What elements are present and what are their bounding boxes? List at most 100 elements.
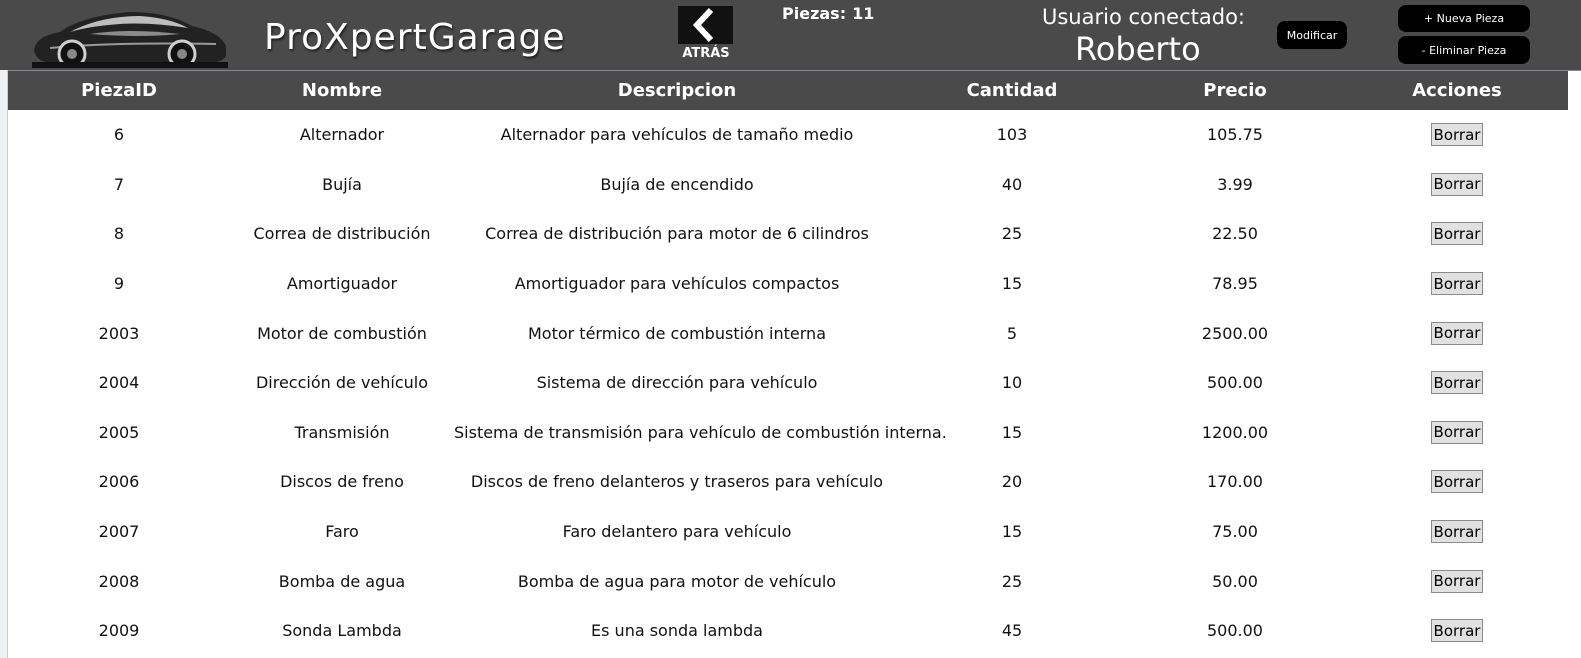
- table-row: 8 Correa de distribución Correa de distrib…: [8, 209, 1568, 259]
- cell-acciones: Borrar: [1346, 606, 1568, 656]
- cell-descripcion: Sistema de dirección para vehículo: [536, 373, 818, 393]
- cell-descripcion: Motor térmico de combustión interna: [527, 323, 826, 343]
- user-label: Usuario conectado:: [1042, 5, 1246, 29]
- delete-row-button[interactable]: Borrar: [1430, 222, 1484, 246]
- app-header: ProXpertGarage ATRÁS Piezas: 11 Usuario c…: [0, 0, 1581, 71]
- delete-row-button[interactable]: Borrar: [1430, 172, 1484, 196]
- table-row: 2004 Dirección de vehículo Sistema de dire…: [8, 358, 1568, 408]
- delete-row-button[interactable]: Borrar: [1430, 272, 1484, 296]
- delete-row-button[interactable]: Borrar: [1430, 619, 1484, 643]
- cell-cantidad: 20: [1001, 472, 1023, 492]
- cell-descripcion: Bomba de agua para motor de vehículo: [517, 571, 837, 591]
- cell-acciones: Borrar: [1346, 160, 1568, 210]
- cell-piezaid: 2008: [98, 571, 140, 591]
- cell-piezaid: 8: [113, 224, 125, 244]
- cell-acciones: Borrar: [1346, 556, 1568, 606]
- cell-piezaid: 6: [113, 125, 125, 145]
- cell-precio: 500.00: [1207, 621, 1263, 641]
- new-piece-button[interactable]: + Nueva Pieza: [1398, 5, 1530, 32]
- cell-acciones: Borrar: [1346, 308, 1568, 358]
- cell-nombre: Discos de freno: [280, 472, 404, 492]
- cell-precio: 3.99: [1217, 174, 1253, 194]
- cell-descripcion: Sistema de transmisión para vehículo de …: [454, 422, 947, 442]
- column-header-precio: Precio: [1203, 80, 1267, 101]
- cell-piezaid: 7: [113, 174, 125, 194]
- column-header-descripcion: Descripcion: [617, 80, 737, 101]
- chevron-left-icon: [678, 6, 733, 44]
- app-title: ProXpertGarage: [264, 17, 566, 58]
- cell-cantidad: 5: [1006, 323, 1018, 343]
- pieces-label: Piezas:: [782, 4, 847, 23]
- cell-piezaid: 9: [113, 274, 125, 294]
- cell-nombre: Faro: [325, 522, 359, 542]
- cell-precio: 78.95: [1212, 274, 1258, 294]
- cell-nombre: Transmisión: [294, 422, 390, 442]
- cell-nombre: Motor de combustión: [257, 323, 427, 343]
- cell-descripcion: Bujía de encendido: [600, 174, 754, 194]
- cell-acciones: Borrar: [1346, 457, 1568, 507]
- cell-acciones: Borrar: [1346, 259, 1568, 309]
- cell-cantidad: 25: [1001, 571, 1023, 591]
- cell-nombre: Correa de distribución: [253, 224, 431, 244]
- cell-precio: 22.50: [1212, 224, 1258, 244]
- delete-row-button[interactable]: Borrar: [1430, 321, 1484, 345]
- cell-precio: 500.00: [1207, 373, 1263, 393]
- table-row: 7 Bujía Bujía de encendido 40 3.99 Borrar: [8, 160, 1568, 210]
- delete-row-button[interactable]: Borrar: [1430, 520, 1484, 544]
- delete-piece-button[interactable]: - Eliminar Pieza: [1398, 36, 1530, 64]
- cell-nombre: Bomba de agua: [278, 571, 406, 591]
- back-button[interactable]: ATRÁS: [678, 6, 734, 64]
- table-row: 2008 Bomba de agua Bomba de agua para moto…: [8, 556, 1568, 606]
- cell-acciones: Borrar: [1346, 507, 1568, 557]
- cell-cantidad: 25: [1001, 224, 1023, 244]
- delete-row-button[interactable]: Borrar: [1430, 123, 1484, 147]
- cell-piezaid: 2003: [98, 323, 140, 343]
- column-header-acciones: Acciones: [1412, 80, 1502, 101]
- cell-cantidad: 40: [1001, 174, 1023, 194]
- table-row: 9 Amortiguador Amortiguador para vehículos…: [8, 259, 1568, 309]
- pieces-table: PiezaID Nombre Descripcion Cantidad Prec…: [8, 71, 1568, 656]
- table-row: 2007 Faro Faro delantero para vehículo 15 75…: [8, 507, 1568, 557]
- delete-row-button[interactable]: Borrar: [1430, 569, 1484, 593]
- column-header-piezaid: PiezaID: [81, 80, 157, 101]
- table-row: 2006 Discos de freno Discos de freno delan…: [8, 457, 1568, 507]
- table-row: 6 Alternador Alternador para vehículos de …: [8, 110, 1568, 160]
- table-body: 6 Alternador Alternador para vehículos de …: [8, 110, 1568, 656]
- cell-nombre: Alternador: [299, 125, 385, 145]
- cell-nombre: Amortiguador: [286, 274, 398, 294]
- cell-acciones: Borrar: [1346, 408, 1568, 458]
- cell-descripcion: Correa de distribución para motor de 6 c…: [485, 224, 869, 244]
- car-logo-icon: [32, 12, 228, 68]
- cell-cantidad: 15: [1001, 522, 1023, 542]
- cell-descripcion: Faro delantero para vehículo: [562, 522, 792, 542]
- cell-precio: 105.75: [1207, 125, 1263, 145]
- column-header-nombre: Nombre: [301, 80, 383, 101]
- delete-row-button[interactable]: Borrar: [1430, 371, 1484, 395]
- cell-precio: 1200.00: [1201, 422, 1269, 442]
- delete-row-button[interactable]: Borrar: [1430, 470, 1484, 494]
- cell-piezaid: 2007: [98, 522, 140, 542]
- pieces-count: 11: [852, 4, 875, 23]
- table-row: 2009 Sonda Lambda Es una sonda lambda 45 500…: [8, 606, 1568, 656]
- delete-row-button[interactable]: Borrar: [1430, 420, 1484, 444]
- cell-cantidad: 10: [1001, 373, 1023, 393]
- table-header: PiezaID Nombre Descripcion Cantidad Prec…: [8, 71, 1568, 110]
- cell-piezaid: 2009: [98, 621, 140, 641]
- cell-precio: 2500.00: [1201, 323, 1269, 343]
- table-row: 2005 Transmisión Sistema de transmisión pa…: [8, 408, 1568, 458]
- cell-cantidad: 15: [1001, 274, 1023, 294]
- cell-descripcion: Discos de freno delanteros y traseros pa…: [470, 472, 884, 492]
- cell-cantidad: 45: [1001, 621, 1023, 641]
- cell-acciones: Borrar: [1346, 209, 1568, 259]
- modify-button[interactable]: Modificar: [1277, 21, 1347, 49]
- cell-precio: 75.00: [1212, 522, 1258, 542]
- cell-acciones: Borrar: [1346, 358, 1568, 408]
- cell-descripcion: Amortiguador para vehículos compactos: [514, 274, 840, 294]
- back-label: ATRÁS: [682, 46, 730, 61]
- cell-descripcion: Alternador para vehículos de tamaño medi…: [500, 125, 854, 145]
- cell-descripcion: Es una sonda lambda: [591, 621, 763, 641]
- cell-precio: 50.00: [1212, 571, 1258, 591]
- cell-piezaid: 2004: [98, 373, 140, 393]
- left-edge-divider: [0, 70, 8, 658]
- column-header-cantidad: Cantidad: [966, 80, 1058, 101]
